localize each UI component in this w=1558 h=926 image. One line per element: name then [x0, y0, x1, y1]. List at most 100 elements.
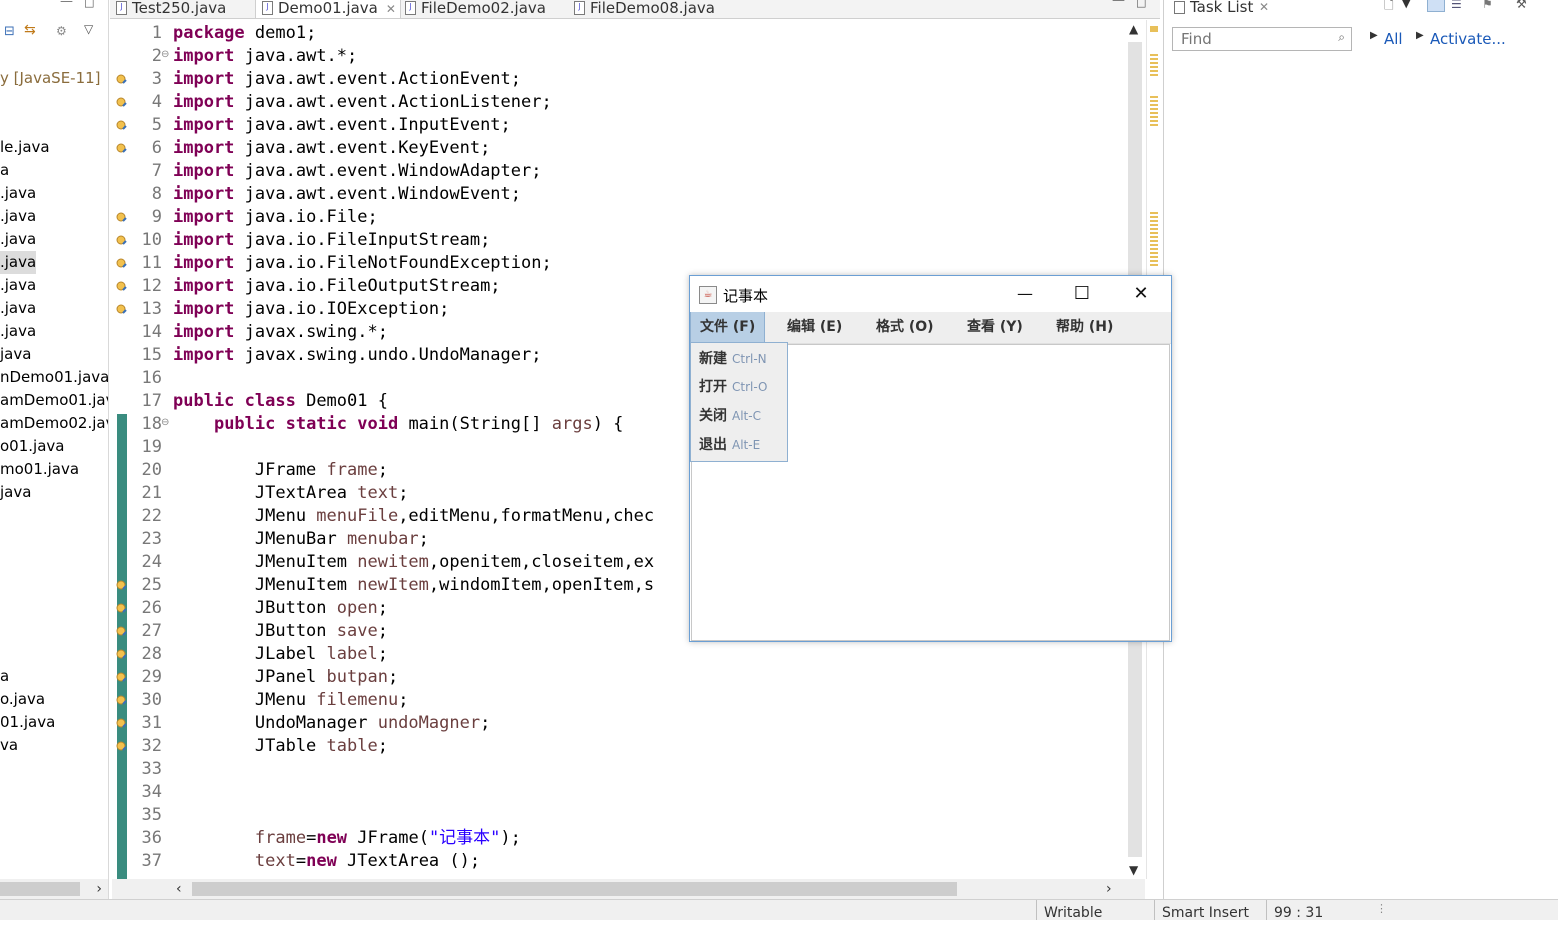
tree-item[interactable]: o.java [0, 688, 45, 711]
menu-item-open[interactable]: 打开 Ctrl-O [691, 373, 795, 401]
warning-icon[interactable] [116, 741, 128, 753]
warning-icon[interactable] [116, 212, 128, 224]
code-line[interactable]: JButton save; [173, 620, 388, 643]
code-line[interactable]: JMenuItem newitem,openitem,closeitem,ex [173, 551, 654, 574]
scroll-right-icon[interactable]: › [96, 879, 102, 899]
code-line[interactable]: import java.awt.event.ActionListener; [173, 91, 552, 114]
tools-icon[interactable]: ⚒ [1516, 0, 1527, 11]
collapse-all-icon[interactable]: ⊟ [4, 24, 15, 39]
jre-library-label[interactable]: y [JavaSE-11] [0, 67, 101, 90]
editor-minimize-icon[interactable]: — [1112, 0, 1125, 8]
code-line[interactable]: import java.awt.event.InputEvent; [173, 114, 511, 137]
find-box[interactable]: ⌕ [1172, 27, 1352, 51]
tree-item[interactable]: a [0, 159, 9, 182]
code-line[interactable]: import java.awt.event.ActionEvent; [173, 68, 521, 91]
overview-marker[interactable] [1150, 212, 1158, 266]
menu-format[interactable]: 格式 (O) [867, 312, 943, 343]
package-explorer-hscroll[interactable]: › [0, 879, 108, 899]
code-line[interactable]: public class Demo01 { [173, 390, 388, 413]
overview-marker[interactable] [1150, 26, 1158, 32]
code-line[interactable]: public static void main(String[] args) { [173, 413, 623, 436]
menu-file[interactable]: 文件 (F) [690, 312, 766, 343]
warning-icon[interactable] [116, 603, 128, 615]
editor-maximize-icon[interactable]: □ [1136, 0, 1146, 9]
code-line[interactable]: UndoManager undoMagner; [173, 712, 490, 735]
link-with-editor-icon[interactable]: ⇆ [24, 22, 36, 38]
warning-icon[interactable] [116, 120, 128, 132]
tree-item[interactable]: nDemo01.java [0, 366, 108, 389]
task-list-tab[interactable]: Task List ✕ 🗋 ▼ ☰ ⚑ ⚒ [1164, 0, 1558, 16]
tree-item[interactable]: o01.java [0, 435, 64, 458]
tree-item[interactable]: java [0, 343, 31, 366]
code-line[interactable]: JLabel label; [173, 643, 388, 666]
tree-item[interactable]: amDemo02.java [0, 412, 108, 435]
scroll-thumb[interactable] [192, 882, 957, 896]
code-line[interactable]: JPanel butpan; [173, 666, 398, 689]
code-line[interactable]: import javax.swing.undo.UndoManager; [173, 344, 541, 367]
categorized-icon[interactable] [1427, 0, 1445, 12]
tree-item[interactable]: amDemo01.java [0, 389, 108, 412]
tree-item[interactable]: java [0, 481, 31, 504]
code-line[interactable]: import java.awt.event.WindowEvent; [173, 183, 521, 206]
tab-filedemo02[interactable]: J FileDemo02.java [399, 0, 571, 18]
warning-icon[interactable] [116, 718, 128, 730]
code-line[interactable]: JMenu filemenu; [173, 689, 409, 712]
menu-item-exit[interactable]: 退出 Alt-E [691, 431, 795, 459]
code-line[interactable]: text=new JTextArea (); [173, 850, 480, 873]
overview-marker[interactable] [1150, 96, 1158, 128]
minimize-icon[interactable]: — [60, 0, 73, 9]
menu-item-new[interactable]: 新建 Ctrl-N [691, 345, 795, 373]
warning-icon[interactable] [116, 580, 128, 592]
scroll-down-icon[interactable]: ▼ [1129, 863, 1138, 877]
minimize-window-icon[interactable]: — [1005, 282, 1045, 306]
code-line[interactable]: JMenuBar menubar; [173, 528, 429, 551]
activate-link[interactable]: Activate... [1430, 30, 1506, 48]
scroll-thumb[interactable] [0, 882, 80, 896]
tree-item[interactable]: .java [0, 182, 36, 205]
code-line[interactable]: import java.io.FileInputStream; [173, 229, 490, 252]
tree-item[interactable]: 01.java [0, 711, 55, 734]
editor-hscroll[interactable]: ‹ › [112, 879, 1145, 899]
notepad-titlebar[interactable]: ☕ 记事本 — ☐ ✕ [690, 276, 1171, 312]
filter-icon[interactable]: ⚙ [56, 24, 67, 38]
menu-view[interactable]: 查看 (Y) [958, 312, 1032, 343]
code-line[interactable]: import java.io.FileOutputStream; [173, 275, 501, 298]
tab-demo01[interactable]: J Demo01.java ✕ [255, 0, 401, 18]
warning-icon[interactable] [116, 304, 128, 316]
code-line[interactable]: JMenu menuFile,editMenu,formatMenu,chec [173, 505, 654, 528]
scroll-left-icon[interactable]: ‹ [176, 879, 182, 899]
tree-item[interactable]: .java [0, 205, 36, 228]
find-input[interactable] [1173, 28, 1333, 50]
tab-test250[interactable]: J Test250.java [110, 0, 252, 18]
dropdown-chevron-icon[interactable]: ▼ [1402, 0, 1410, 11]
code-line[interactable]: import java.awt.event.WindowAdapter; [173, 160, 541, 183]
scroll-right-icon[interactable]: › [1106, 879, 1112, 899]
tree-item[interactable]: .java [0, 251, 37, 274]
tab-filedemo08[interactable]: J FileDemo08.java [568, 0, 740, 18]
code-line[interactable]: import java.awt.*; [173, 45, 357, 68]
focus-icon[interactable]: ⚑ [1482, 0, 1493, 11]
tree-item[interactable]: .java [0, 228, 36, 251]
code-line[interactable]: frame=new JFrame("记事本"); [173, 827, 521, 850]
close-view-icon[interactable]: ✕ [1259, 0, 1269, 14]
overview-marker[interactable] [1150, 54, 1158, 78]
view-menu-chevron-icon[interactable]: ▽ [84, 22, 93, 36]
code-line[interactable]: import java.io.IOException; [173, 298, 449, 321]
menu-edit[interactable]: 编辑 (E) [778, 312, 851, 343]
warning-icon[interactable] [116, 74, 128, 86]
warning-icon[interactable] [116, 143, 128, 155]
warning-icon[interactable] [116, 626, 128, 638]
warning-icon[interactable] [116, 258, 128, 270]
menu-item-close[interactable]: 关闭 Alt-C [691, 402, 795, 430]
close-tab-icon[interactable]: ✕ [386, 2, 396, 16]
tree-item[interactable]: mo01.java [0, 458, 79, 481]
tree-item[interactable]: a [0, 665, 9, 688]
fold-toggle-icon[interactable]: ⊖ [161, 49, 169, 60]
code-line[interactable]: JButton open; [173, 597, 388, 620]
scroll-up-icon[interactable]: ▲ [1129, 22, 1138, 36]
code-line[interactable]: JMenuItem newItem,windomItem,openItem,s [173, 574, 654, 597]
menu-help[interactable]: 帮助 (H) [1047, 312, 1122, 343]
warning-icon[interactable] [116, 281, 128, 293]
warning-icon[interactable] [116, 235, 128, 247]
tree-item[interactable]: .java [0, 274, 36, 297]
